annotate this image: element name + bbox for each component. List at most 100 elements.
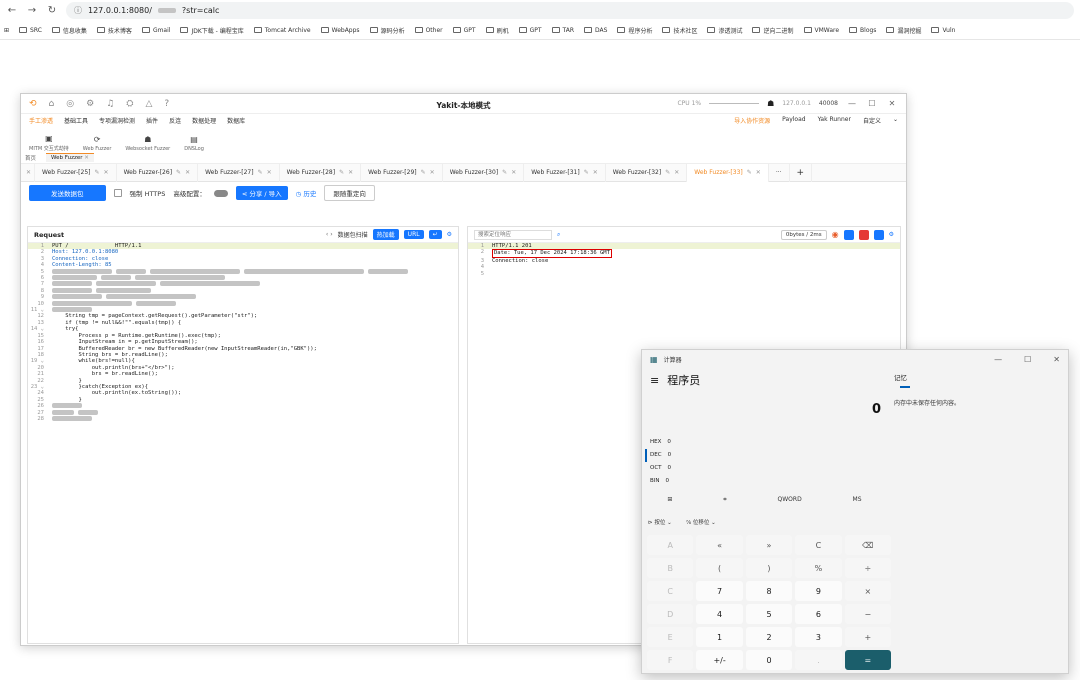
fuzzer-tab[interactable]: Web Fuzzer-[26] ✎ ✕ xyxy=(117,163,199,182)
calc-key[interactable]: 6 xyxy=(795,604,842,624)
add-tab-icon[interactable]: + xyxy=(790,163,813,182)
bookmark-item[interactable]: JDK下载 - 编程宝库 xyxy=(180,26,244,35)
info-icon[interactable]: ⓘ xyxy=(74,5,82,16)
request-editor[interactable]: 1 PUT / HTTP/1.1 2 Host: 127.0.0.1:8080 3 Con… xyxy=(28,243,458,423)
calc-key[interactable]: − xyxy=(844,604,891,624)
calc-key[interactable]: F xyxy=(647,650,694,670)
bookmark-item[interactable]: 刷机 xyxy=(485,26,509,35)
calc-key[interactable]: ( xyxy=(696,558,743,578)
close-icon[interactable]: ✕ xyxy=(593,169,598,176)
base-row[interactable]: OCT 0 xyxy=(650,462,671,475)
settings-icon[interactable]: ⚙ xyxy=(889,231,894,238)
search-icon[interactable]: ⌕ xyxy=(557,231,560,239)
response-editor[interactable]: 1 HTTP/1.1 201 2 Date: Tue, 17 Dec 2024 17:… xyxy=(468,243,900,278)
bookmark-item[interactable]: 技术社区 xyxy=(662,26,697,35)
menu-right-item[interactable]: 导入协作资源 xyxy=(734,116,770,125)
bookmark-item[interactable]: GPT xyxy=(518,27,542,34)
fuzzer-tab[interactable]: Web Fuzzer-[30] ✎ ✕ xyxy=(443,163,525,182)
memory-tab[interactable]: 记忆 xyxy=(894,372,1064,382)
bit-toggle-icon[interactable]: ⌗ xyxy=(723,496,726,504)
edit-icon[interactable]: ✎ xyxy=(176,169,181,176)
calc-key[interactable]: ) xyxy=(745,558,793,578)
tab-web-fuzzer[interactable]: Web Fuzzer ✕ xyxy=(46,153,94,162)
calc-key[interactable]: B xyxy=(647,558,694,578)
base-row[interactable]: DEC 0 xyxy=(645,449,671,462)
calc-key[interactable]: 0 xyxy=(745,650,793,670)
delete-icon[interactable] xyxy=(858,229,869,240)
calc-key[interactable]: 4 xyxy=(696,604,743,624)
send-request-button[interactable]: 发送数据包 xyxy=(29,185,106,201)
tool-shortcut[interactable]: ▤ DNSLog xyxy=(184,135,204,152)
minimize-button[interactable]: — xyxy=(994,355,1002,364)
force-https-checkbox[interactable] xyxy=(113,189,122,197)
open-icon[interactable] xyxy=(843,229,854,240)
bookmark-item[interactable]: 渗透测试 xyxy=(707,26,742,35)
bookmark-item[interactable]: 漏洞挖掘 xyxy=(886,26,921,35)
edit-icon[interactable]: ✎ xyxy=(584,169,589,176)
tool-shortcut[interactable]: ⟳ Web Fuzzer xyxy=(83,135,112,152)
address-bar[interactable]: ⓘ 127.0.0.1:8080/ ?str=calc xyxy=(66,2,1074,19)
reload-icon[interactable]: ↻ xyxy=(46,5,58,16)
calc-key[interactable]: 7 xyxy=(696,581,743,601)
calc-key[interactable]: ÷ xyxy=(844,558,891,578)
follow-redirect-button[interactable]: 跟随重定向 xyxy=(324,185,375,201)
calc-key[interactable]: . xyxy=(795,650,842,670)
close-button[interactable]: ✕ xyxy=(1053,355,1060,364)
bookmark-item[interactable]: 源码分析 xyxy=(369,26,405,35)
maximize-button[interactable]: ☐ xyxy=(1024,355,1031,364)
history-button[interactable]: ◷ 历史 xyxy=(296,188,317,198)
base-row[interactable]: HEX 0 xyxy=(650,436,671,449)
bookmark-item[interactable]: DAS xyxy=(584,27,607,34)
calc-key[interactable]: % xyxy=(795,558,842,578)
close-icon[interactable]: ✕ xyxy=(511,169,516,176)
fuzzer-tab[interactable]: Web Fuzzer-[25] ✎ ✕ xyxy=(35,163,117,182)
wrap-icon[interactable]: ↵ xyxy=(428,230,442,239)
bookmark-item[interactable]: WebApps xyxy=(320,27,360,34)
bookmark-item[interactable]: Other xyxy=(414,27,443,34)
bookmark-item[interactable]: Tomcat Archive xyxy=(253,27,311,34)
calc-key[interactable]: ⌫ xyxy=(844,535,891,555)
packet-scan-button[interactable]: 数据包扫描 xyxy=(338,230,368,239)
bitshift-dropdown[interactable]: ⅞ 位移位 ⌄ xyxy=(686,518,716,526)
tool-shortcut[interactable]: ☗ Websocket Fuzzer xyxy=(125,135,170,152)
calc-key[interactable]: 5 xyxy=(745,604,793,624)
tool-shortcut[interactable]: ▣ MITM 交互式劫持 xyxy=(29,134,69,152)
bookmark-item[interactable]: GPT xyxy=(452,27,476,34)
bookmark-item[interactable]: 程序分析 xyxy=(617,26,652,35)
fuzzer-tab[interactable]: Web Fuzzer-[29] ✎ ✕ xyxy=(361,163,443,182)
more-tabs-icon[interactable]: ··· xyxy=(769,163,790,182)
calc-key[interactable]: » xyxy=(745,535,793,555)
calc-key[interactable]: C xyxy=(647,581,694,601)
menu-right-item[interactable]: Payload xyxy=(782,116,805,125)
edit-icon[interactable]: ✎ xyxy=(95,169,100,176)
edit-icon[interactable]: ✎ xyxy=(421,169,426,176)
memory-store-button[interactable]: MS xyxy=(853,496,862,504)
maximize-button[interactable]: ☐ xyxy=(866,99,878,108)
calc-key[interactable]: 2 xyxy=(745,627,793,647)
menu-item[interactable]: 数据处理 xyxy=(192,116,216,125)
close-icon[interactable]: ✕ xyxy=(348,169,353,176)
edit-icon[interactable]: ✎ xyxy=(258,169,263,176)
menu-right-item[interactable]: 自定义 xyxy=(863,116,881,125)
fuzzer-tab[interactable]: Web Fuzzer-[28] ✎ ✕ xyxy=(280,163,362,182)
edit-icon[interactable]: ✎ xyxy=(747,169,752,176)
menu-item[interactable]: 手工渗透 xyxy=(29,116,53,125)
fuzzer-tab[interactable]: Web Fuzzer-[27] ✎ ✕ xyxy=(198,163,280,182)
fuzzer-tab[interactable]: Web Fuzzer-[31] ✎ ✕ xyxy=(524,163,606,182)
response-search-input[interactable] xyxy=(474,229,552,240)
menu-item[interactable]: 专项漏洞检测 xyxy=(99,116,135,125)
calc-key[interactable]: 9 xyxy=(795,581,842,601)
calc-key[interactable]: 3 xyxy=(795,627,842,647)
word-size-button[interactable]: QWORD xyxy=(778,496,802,504)
browser-icon[interactable]: ◉ xyxy=(832,230,839,239)
url-button[interactable]: URL xyxy=(403,230,424,239)
bookmark-item[interactable]: 逆向二进制 xyxy=(752,26,794,35)
calc-key[interactable]: A xyxy=(647,535,694,555)
fuzzer-tab[interactable]: Web Fuzzer-[32] ✎ ✕ xyxy=(606,163,688,182)
close-icon[interactable]: ✕ xyxy=(84,155,89,161)
menu-item[interactable]: 数据库 xyxy=(227,116,245,125)
bitwise-dropdown[interactable]: ⊳ 按位 ⌄ xyxy=(648,518,672,526)
close-icon[interactable]: ✕ xyxy=(185,169,190,176)
bookmark-item[interactable]: SRC xyxy=(19,27,42,34)
apps-grid-icon[interactable]: ⊞ xyxy=(4,27,9,34)
